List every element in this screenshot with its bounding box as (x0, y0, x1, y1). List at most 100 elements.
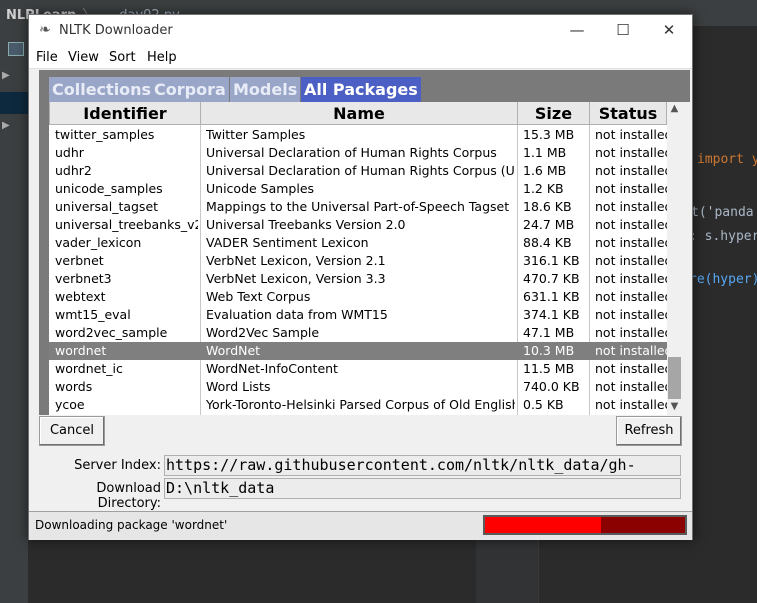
expand-arrow-icon[interactable]: ▶ (2, 70, 10, 81)
table-row[interactable]: word2vec_sample Word2Vec Sample 47.1 MB not… (49, 324, 667, 342)
column-header-identifier[interactable]: Identifier (49, 102, 201, 125)
tab-collections[interactable]: Collections (49, 77, 155, 103)
cell-identifier: wordnet (55, 343, 107, 358)
download-directory-field[interactable]: D:\nltk_data (164, 478, 681, 499)
scroll-up-icon[interactable]: ▲ (667, 103, 682, 114)
table-row-selected[interactable]: wordnet WordNet 10.3 MB not installed (49, 342, 667, 360)
cell-name: Twitter Samples (206, 127, 306, 142)
table-scrollbar[interactable]: ▲ ▼ (667, 102, 682, 415)
server-index-label: Server Index: (74, 458, 161, 473)
cell-status: not installed (595, 199, 667, 214)
table-row[interactable]: udhr Universal Declaration of Human Right… (49, 144, 667, 162)
cell-size: 47.1 MB (523, 325, 575, 340)
table-row[interactable]: universal_tagset Mappings to the Universa… (49, 198, 667, 216)
window-titlebar[interactable]: ❧ NLTK Downloader — ☐ ✕ (29, 15, 692, 46)
column-header-size[interactable]: Size (517, 102, 590, 125)
minimize-button[interactable]: — (554, 15, 600, 46)
progress-fill (485, 517, 601, 533)
cell-status: not installed (595, 397, 667, 412)
status-bar: Downloading package 'wordnet' (29, 511, 692, 540)
nltk-downloader-window: ❧ NLTK Downloader — ☐ ✕ File View Sort H… (28, 14, 693, 540)
code-token: : s.hyper (689, 229, 757, 244)
download-progress-bar (483, 515, 687, 535)
cell-name: VerbNet Lexicon, Version 2.1 (206, 253, 386, 268)
tab-corpora[interactable]: Corpora (151, 77, 229, 103)
table-row[interactable]: words Word Lists 740.0 KB not installed (49, 378, 667, 396)
cell-name: VADER Sentiment Lexicon (206, 235, 369, 250)
project-tool-icon[interactable] (8, 42, 24, 56)
table-row[interactable]: vader_lexicon VADER Sentiment Lexicon 88.4… (49, 234, 667, 252)
cell-name: Web Text Corpus (206, 289, 311, 304)
table-row[interactable]: unicode_samples Unicode Samples 1.2 KB not … (49, 180, 667, 198)
column-header-status[interactable]: Status (589, 102, 667, 125)
cell-size: 88.4 KB (523, 235, 572, 250)
refresh-button[interactable]: Refresh (616, 416, 682, 446)
table-row[interactable]: verbnet3 VerbNet Lexicon, Version 3.3 470.… (49, 270, 667, 288)
menu-file[interactable]: File (36, 50, 58, 65)
cell-status: not installed (595, 127, 667, 142)
cell-size: 0.5 KB (523, 397, 564, 412)
code-line[interactable]: import y (697, 152, 757, 167)
cell-status: not installed (595, 235, 667, 250)
cell-status: not installed (595, 253, 667, 268)
cell-name: Word Lists (206, 379, 271, 394)
table-row[interactable]: twitter_samples Twitter Samples 15.3 MB not… (49, 126, 667, 144)
table-row[interactable]: webtext Web Text Corpus 631.1 KB not instal… (49, 288, 667, 306)
cell-name: York-Toronto-Helsinki Parsed Corpus of O… (206, 397, 515, 412)
cell-size: 316.1 KB (523, 253, 580, 268)
column-header-name[interactable]: Name (200, 102, 518, 125)
cell-size: 1.1 MB (523, 145, 567, 160)
cell-status: not installed (595, 343, 667, 358)
cell-name: Universal Declaration of Human Rights Co… (206, 163, 515, 178)
cell-identifier: universal_tagset (55, 199, 159, 214)
cell-identifier: verbnet3 (55, 271, 112, 286)
code-token: t('panda (691, 205, 754, 220)
table-row[interactable]: universal_treebanks_v2 Universal Treebank… (49, 216, 667, 234)
cell-identifier: universal_treebanks_v2 (55, 217, 198, 232)
table-row[interactable]: wmt15_eval Evaluation data from WMT15 374.… (49, 306, 667, 324)
cancel-button[interactable]: Cancel (39, 416, 105, 446)
cell-status: not installed (595, 163, 667, 178)
cell-status: not installed (595, 325, 667, 340)
table-row[interactable]: udhr2 Universal Declaration of Human Righ… (49, 162, 667, 180)
server-index-field[interactable]: https://raw.githubusercontent.com/nltk/n… (164, 455, 681, 476)
window-title: NLTK Downloader (59, 23, 173, 38)
menu-sort[interactable]: Sort (109, 50, 136, 65)
expand-arrow-icon[interactable]: ▶ (2, 120, 10, 131)
scrollbar-thumb[interactable] (668, 357, 681, 399)
tab-models[interactable]: Models (230, 77, 301, 103)
code-token: import y (697, 152, 757, 167)
menu-view[interactable]: View (68, 50, 99, 65)
cell-status: not installed (595, 145, 667, 160)
close-button[interactable]: ✕ (646, 15, 692, 46)
cell-size: 10.3 MB (523, 343, 575, 358)
cell-status: not installed (595, 307, 667, 322)
code-line[interactable]: t('panda (691, 205, 754, 220)
cell-size: 11.5 MB (523, 361, 575, 376)
project-tree-selected-row[interactable] (0, 92, 28, 114)
cell-size: 15.3 MB (523, 127, 575, 142)
cell-name: VerbNet Lexicon, Version 3.3 (206, 271, 386, 286)
cell-identifier: word2vec_sample (55, 325, 168, 340)
cell-identifier: wordnet_ic (55, 361, 123, 376)
cell-name: WordNet-InfoContent (206, 361, 338, 376)
status-text: Downloading package 'wordnet' (35, 518, 228, 532)
cell-status: not installed (595, 289, 667, 304)
maximize-button[interactable]: ☐ (600, 15, 646, 46)
table-row[interactable]: verbnet VerbNet Lexicon, Version 2.1 316.1… (49, 252, 667, 270)
scroll-down-icon[interactable]: ▼ (667, 401, 682, 412)
cell-size: 18.6 KB (523, 199, 572, 214)
cell-name: Universal Treebanks Version 2.0 (206, 217, 406, 232)
table-row[interactable]: ycoe York-Toronto-Helsinki Parsed Corpus … (49, 396, 667, 414)
cell-size: 24.7 MB (523, 217, 575, 232)
menu-bar: File View Sort Help (29, 46, 692, 69)
code-line[interactable]: : s.hyper (689, 229, 757, 244)
cell-name: Unicode Samples (206, 181, 315, 196)
menu-help[interactable]: Help (147, 50, 177, 65)
cell-identifier: verbnet (55, 253, 104, 268)
code-line[interactable]: re(hyper) (689, 272, 757, 287)
cell-identifier: webtext (55, 289, 106, 304)
tab-all-packages[interactable]: All Packages (301, 77, 421, 103)
table-row[interactable]: wordnet_ic WordNet-InfoContent 11.5 MB not … (49, 360, 667, 378)
cell-identifier: words (55, 379, 93, 394)
